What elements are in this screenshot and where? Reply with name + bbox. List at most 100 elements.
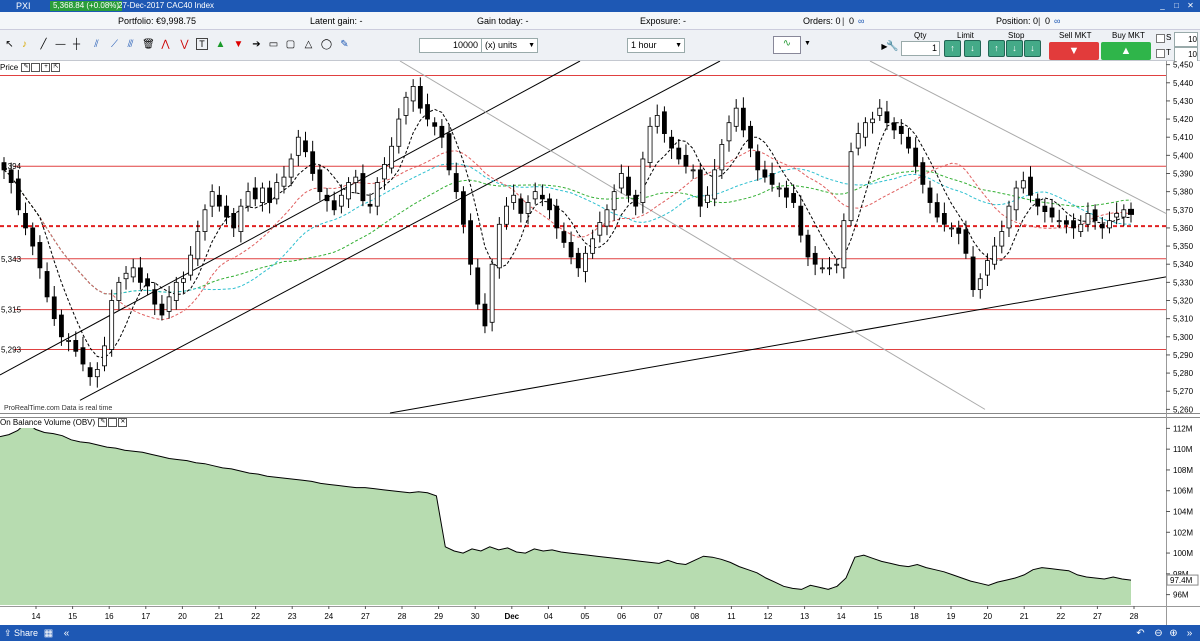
candle-body bbox=[1042, 205, 1048, 212]
close-panel-icon[interactable]: ✕ bbox=[118, 418, 128, 428]
square-icon[interactable]: ▢ bbox=[284, 38, 297, 51]
candle-body bbox=[102, 345, 107, 367]
candle-body bbox=[733, 107, 739, 127]
candle-body bbox=[59, 314, 64, 338]
cursor-icon[interactable]: ↖ bbox=[3, 38, 16, 51]
vertical-line-icon[interactable]: ┼ bbox=[70, 38, 83, 51]
rectangle-icon[interactable]: ▭ bbox=[267, 38, 280, 51]
chart-style-chevron-down-icon[interactable]: ▼ bbox=[801, 37, 814, 50]
down-arrow-icon[interactable]: ▼ bbox=[232, 38, 245, 51]
chart-canvas[interactable]: 5,450 5,440 5,430 5,420 5,410 5,400 5,390 5,380… bbox=[0, 61, 1200, 625]
ellipse-icon[interactable]: ◯ bbox=[320, 38, 333, 51]
candle-body bbox=[1028, 176, 1033, 196]
y-tick-label: 5,350 bbox=[1173, 242, 1194, 251]
stop-extra-button[interactable]: ↓ bbox=[1024, 40, 1041, 57]
candle-body bbox=[518, 198, 524, 214]
calendar-icon[interactable]: ▦ bbox=[42, 627, 55, 640]
zoom-out-icon[interactable]: ⊖ bbox=[1152, 627, 1165, 640]
channel-icon[interactable]: ⫽ bbox=[90, 38, 103, 51]
obv-y-tick-label: 96M bbox=[1173, 591, 1189, 600]
quantity-input[interactable]: 10000 bbox=[419, 38, 482, 53]
fan-icon[interactable]: ⫻ bbox=[124, 38, 137, 51]
orders-link-icon[interactable]: ∞ bbox=[858, 15, 864, 27]
text-icon[interactable]: T bbox=[196, 38, 208, 50]
wrench-icon[interactable]: 🔧 bbox=[886, 40, 899, 53]
candle-body bbox=[389, 145, 395, 169]
candle-body bbox=[819, 267, 825, 270]
candle-body bbox=[848, 151, 854, 222]
triangle-icon[interactable]: △ bbox=[302, 38, 315, 51]
qty-input[interactable]: 1 bbox=[901, 41, 940, 56]
candle-body bbox=[331, 200, 337, 211]
candle-body bbox=[568, 242, 574, 258]
back-icon[interactable]: « bbox=[60, 627, 73, 640]
maximize-icon[interactable]: □ bbox=[1172, 2, 1181, 10]
share-button[interactable]: ⇪ Share bbox=[2, 627, 40, 639]
t-input[interactable]: 10 bbox=[1174, 47, 1198, 62]
window-icon[interactable] bbox=[108, 418, 118, 428]
add-icon[interactable]: + bbox=[41, 63, 51, 73]
wrench-icon[interactable]: ✎ bbox=[21, 63, 31, 73]
minimize-icon[interactable]: _ bbox=[1158, 2, 1167, 10]
obv-y-tick-label: 106M bbox=[1173, 487, 1193, 496]
candle-body bbox=[934, 202, 940, 218]
candle-body bbox=[547, 198, 552, 211]
x-tick-label: 23 bbox=[288, 612, 297, 621]
zoom-back-icon[interactable]: ↶ bbox=[1134, 627, 1147, 640]
pencil-icon[interactable]: ✎ bbox=[338, 38, 351, 51]
position-link-icon[interactable]: ∞ bbox=[1054, 15, 1060, 27]
candle-body bbox=[604, 209, 610, 227]
bell-icon[interactable]: ♪ bbox=[18, 38, 31, 51]
s-label: S bbox=[1166, 33, 1172, 42]
t-checkbox[interactable] bbox=[1156, 49, 1165, 58]
y-tick-label: 5,370 bbox=[1173, 206, 1194, 215]
x-tick-label: 20 bbox=[178, 612, 187, 621]
candle-body bbox=[303, 140, 308, 153]
zigzag-icon[interactable]: ⋀ bbox=[159, 38, 172, 51]
close-icon[interactable]: ✕ bbox=[1186, 2, 1195, 10]
stop-buy-button[interactable]: ↑ bbox=[988, 40, 1005, 57]
stop-sell-button[interactable]: ↓ bbox=[1006, 40, 1023, 57]
y-tick-label: 5,320 bbox=[1173, 297, 1194, 306]
limit-buy-button[interactable]: ↑ bbox=[944, 40, 961, 57]
s-checkbox[interactable] bbox=[1156, 34, 1165, 43]
fibonacci-icon[interactable]: ⟋ bbox=[108, 38, 121, 51]
horizontal-line-icon[interactable]: — bbox=[54, 38, 67, 51]
right-arrow-icon[interactable]: ➔ bbox=[250, 38, 263, 51]
buy-market-button[interactable]: ▲ bbox=[1101, 42, 1151, 60]
sell-market-button[interactable]: ▼ bbox=[1049, 42, 1099, 60]
trash-icon[interactable]: 🗑 bbox=[142, 38, 155, 51]
wrench-icon[interactable]: ✎ bbox=[98, 418, 108, 428]
candle-body bbox=[338, 194, 344, 207]
x-tick-label: 20 bbox=[983, 612, 992, 621]
candle-body bbox=[941, 213, 947, 225]
candle-body bbox=[80, 347, 86, 365]
candle-body bbox=[1121, 209, 1127, 218]
share-label: Share bbox=[14, 628, 39, 638]
candle-body bbox=[1035, 198, 1041, 207]
s-input[interactable]: 10 bbox=[1174, 32, 1198, 47]
candle-body bbox=[482, 303, 488, 327]
candle-body bbox=[977, 278, 983, 291]
limit-sell-button[interactable]: ↓ bbox=[964, 40, 981, 57]
candle-body bbox=[647, 125, 653, 164]
up-arrow-icon[interactable]: ▲ bbox=[214, 38, 227, 51]
candle-body bbox=[1013, 187, 1019, 211]
trendline-icon[interactable]: ╱ bbox=[37, 38, 50, 51]
candle-body bbox=[30, 227, 36, 247]
expand-icon[interactable]: ⇱ bbox=[51, 63, 61, 73]
pending-icon[interactable]: | bbox=[842, 15, 844, 27]
units-select[interactable]: (x) units ▼ bbox=[481, 38, 538, 53]
candle-body bbox=[970, 256, 976, 291]
pattern-icon[interactable]: ⋁ bbox=[178, 38, 191, 51]
candle-body bbox=[697, 169, 703, 207]
zoom-in-icon[interactable]: ⊕ bbox=[1167, 627, 1180, 640]
timeframe-select-value: 1 hour bbox=[631, 40, 657, 50]
candle-body bbox=[898, 125, 904, 134]
position-sep-icon: | bbox=[1038, 16, 1041, 26]
window-icon[interactable] bbox=[31, 63, 41, 73]
timeframe-select[interactable]: 1 hour ▼ bbox=[627, 38, 685, 53]
forward-icon[interactable]: » bbox=[1183, 627, 1196, 640]
chart-style-icon[interactable]: ∿ bbox=[773, 36, 801, 54]
candle-body bbox=[1107, 220, 1112, 229]
